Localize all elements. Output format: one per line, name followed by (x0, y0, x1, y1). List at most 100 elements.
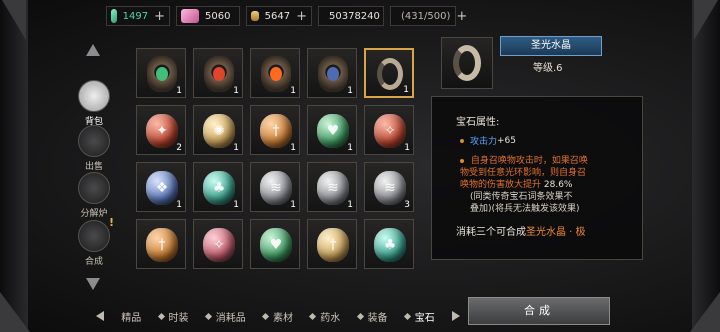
side-tab-synthesis[interactable]: ! 合成 (78, 216, 114, 267)
add-currency-button[interactable]: + (296, 9, 307, 24)
side-tab-bag[interactable]: 背包 (78, 80, 110, 127)
item-slot[interactable]: ✧ (193, 219, 243, 269)
grid-row: 1 1 1 1 1 (136, 48, 421, 98)
attribute-title: 宝石属性: (456, 117, 500, 128)
side-tab-decompose[interactable]: 分解炉 (78, 172, 110, 219)
consume-text: 消耗三个可合成 (456, 227, 526, 238)
item-slot[interactable]: 1 (250, 48, 300, 98)
separator-icon (157, 312, 165, 320)
item-slot[interactable]: † (307, 219, 357, 269)
synthesis-icon (78, 220, 110, 252)
silver-rune-gem-icon: ≋ (317, 171, 349, 205)
teal-rune-gem-icon: ♣ (374, 228, 406, 262)
green-gem-icon (111, 9, 117, 23)
tab-label: 装备 (367, 312, 388, 324)
item-count: 1 (290, 143, 296, 153)
item-count: 1 (347, 200, 353, 210)
scroll-up-arrow-icon[interactable] (86, 44, 100, 56)
blue-rune-gem-icon: ❖ (146, 171, 178, 205)
tab-label: 宝石 (414, 312, 435, 324)
separator-icon (204, 312, 212, 320)
item-slot[interactable]: ❖ 1 (136, 162, 186, 212)
item-count: 1 (347, 86, 353, 96)
item-slot[interactable]: ♣ 1 (193, 162, 243, 212)
frame-ornament (694, 0, 718, 40)
stat-key: 攻击力 (470, 137, 498, 147)
currency-gold-bar: 5647 + (246, 6, 312, 26)
next-tab-arrow-icon[interactable] (452, 311, 460, 321)
stat-line: 攻击力 +65 (460, 134, 630, 147)
grid-row: ❖ 1 ♣ 1 ≋ 1 ≋ 1 ≋ 3 (136, 162, 421, 212)
red-gem-socket-icon (204, 56, 234, 92)
side-tab-sell[interactable]: 出售 (78, 125, 110, 172)
item-slot[interactable]: ≋ 1 (307, 162, 357, 212)
synthesize-button[interactable]: 合成 (468, 297, 610, 325)
silver-rune-gem-icon: ≋ (260, 171, 292, 205)
tab-label: 精品 (121, 312, 142, 324)
category-tab-gems[interactable]: 宝石 (403, 309, 435, 324)
tab-label: 素材 (273, 312, 293, 324)
gold-rune-gem-icon: ✺ (203, 114, 235, 148)
item-slot[interactable]: ≋ 3 (364, 162, 414, 212)
category-tab-potions[interactable]: 药水 (309, 309, 341, 324)
item-slot[interactable]: † 1 (250, 105, 300, 155)
left-frame (0, 0, 28, 332)
bag-icon (78, 80, 110, 112)
item-slot[interactable]: ✺ 1 (193, 105, 243, 155)
item-slot[interactable]: 1 (307, 48, 357, 98)
fire-gem-socket-icon (261, 56, 291, 92)
separator-icon (403, 312, 411, 320)
effect-note: (同类传奇宝石词条效果不叠加)(将兵无法触发该效果) (470, 192, 580, 214)
teal-rune-gem-icon: ♣ (203, 171, 235, 205)
grid-row: ✦ 2 ✺ 1 † 1 ♥ 1 ✧ 1 (136, 105, 421, 155)
add-currency-button[interactable]: + (154, 9, 165, 24)
category-tab-premium[interactable]: 精品 (121, 309, 141, 324)
side-tab-label: 分解炉 (80, 209, 108, 219)
right-frame (692, 0, 720, 332)
pink-rune-gem-icon: ✧ (203, 228, 235, 262)
grid-row: † ✧ ♥ † ♣ (136, 219, 421, 269)
blue-gem-socket-icon (318, 56, 348, 92)
gold-rune-gem-icon: † (317, 228, 349, 262)
item-count: 1 (290, 200, 296, 210)
add-currency-button[interactable]: + (456, 9, 467, 24)
pink-gem-icon (181, 9, 199, 23)
item-name-plate: 圣光水晶 (500, 36, 602, 56)
green-rune-gem-icon: ♥ (317, 114, 349, 148)
currency-value: 5647 (264, 10, 291, 22)
currency-pink-gem: 5060 (176, 6, 240, 26)
item-slot[interactable]: ≋ 1 (250, 162, 300, 212)
consume-target: 圣光水晶 · 极 (526, 227, 586, 238)
item-slot[interactable]: † (136, 219, 186, 269)
category-tab-equipment[interactable]: 装备 (356, 309, 388, 324)
item-slot[interactable]: ✧ 1 (364, 105, 414, 155)
effect-value: 28.6% (543, 180, 573, 190)
item-slot[interactable]: ✦ 2 (136, 105, 186, 155)
item-grid: 1 1 1 1 1 ✦ 2 ✺ 1 † 1 ♥ 1 ✧ 1 ❖ 1 ♣ 1 ≋ … (136, 48, 421, 276)
item-slot[interactable]: ♥ (250, 219, 300, 269)
orange-rune-gem-icon: † (260, 114, 292, 148)
item-slot[interactable]: 1 (136, 48, 186, 98)
scroll-down-arrow-icon[interactable] (86, 278, 100, 290)
item-count: 1 (347, 143, 353, 153)
frame-ornament (0, 292, 30, 332)
prev-tab-arrow-icon[interactable] (96, 311, 104, 321)
red-rune-gem-icon: ✦ (146, 114, 178, 148)
currency-value: 50378240 (329, 10, 380, 22)
item-slot[interactable]: 1 (193, 48, 243, 98)
item-count: 1 (404, 143, 410, 153)
green-gem-socket-icon (147, 56, 177, 92)
item-count: 1 (233, 86, 239, 96)
item-count: 1 (403, 85, 409, 95)
item-count: 1 (176, 86, 182, 96)
category-tab-consumables[interactable]: 消耗品 (204, 309, 246, 324)
red-rune-gem-icon: ✧ (374, 114, 406, 148)
tab-label: 药水 (320, 312, 341, 324)
side-tab-label: 合成 (84, 257, 103, 267)
category-tab-materials[interactable]: 素材 (261, 309, 293, 324)
item-slot-selected[interactable]: 1 (364, 48, 414, 98)
category-tab-fashion[interactable]: 时装 (157, 309, 189, 324)
gold-bar-icon (251, 11, 259, 21)
item-slot[interactable]: ♣ (364, 219, 414, 269)
item-slot[interactable]: ♥ 1 (307, 105, 357, 155)
